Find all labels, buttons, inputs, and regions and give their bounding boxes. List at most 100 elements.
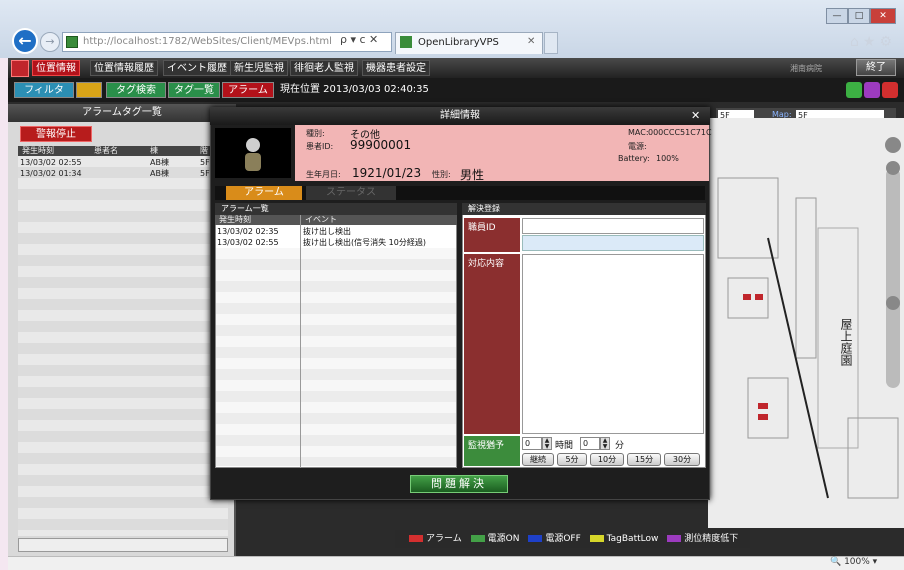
legend-accuracy-swatch [667, 535, 682, 542]
alarm-button[interactable]: アラーム [222, 82, 274, 98]
legend: アラーム 電源ON 電源OFF TagBattLow 測位精度低下 [395, 530, 750, 548]
horizontal-scrollbar[interactable] [18, 538, 228, 552]
alarm-time: 13/03/02 02:35 [217, 227, 279, 236]
dialog-close-icon[interactable]: ✕ [691, 109, 700, 122]
end-button[interactable]: 終了 [856, 59, 896, 76]
menu-item-newborn-monitor[interactable]: 新生児監視 [230, 60, 288, 76]
browser-tab[interactable]: OpenLibraryVPS [395, 32, 543, 54]
minutes-stepper[interactable]: ▲ ▼ [600, 437, 610, 450]
staff-id-input[interactable] [522, 218, 704, 234]
menu-item-location[interactable]: 位置情報 [32, 60, 80, 76]
alarm-tag-table [18, 156, 228, 536]
current-position-text: 現在位置 2013/03/03 02:40:35 [280, 84, 429, 95]
patient-photo [215, 128, 291, 178]
menu-item-event-history[interactable]: イベント履歴 [163, 60, 231, 76]
battery-value: 100% [656, 154, 679, 163]
tab-favicon-icon [400, 36, 412, 48]
legend-accuracy: 測位精度低下 [684, 534, 739, 544]
minutes-input[interactable]: 0 [580, 437, 600, 450]
staff-id-label: 職員ID [464, 218, 520, 252]
menu-item-device-settings[interactable]: 機器患者設定 [362, 60, 430, 76]
preset-continue-button[interactable]: 継続 [522, 453, 554, 466]
patient-id-label: 患者ID: [306, 142, 334, 151]
legend-power-on-swatch [470, 535, 485, 542]
legend-power-off-swatch [528, 535, 543, 542]
solve-problem-button[interactable]: 問題解決 [410, 475, 508, 493]
alarm-tag-table-header: 発生時刻 患者名 棟 階 [18, 146, 228, 156]
tab-status[interactable]: ステータス [306, 186, 396, 200]
legend-alarm: アラーム [426, 534, 462, 544]
hours-input[interactable]: 0 [522, 437, 542, 450]
browser-status-bar [8, 556, 904, 570]
window-close-button[interactable]: ✕ [870, 8, 896, 24]
status-red-icon[interactable] [882, 82, 898, 98]
page-favicon-icon [66, 36, 78, 48]
dialog-title: 詳細情報 [210, 107, 710, 125]
preset-30min-button[interactable]: 30分 [664, 453, 700, 466]
filter-toggle-button[interactable] [76, 82, 102, 98]
alarm-list-header: 発生時刻 イベント [215, 215, 457, 225]
alarm-list-title: アラーム一覧 [215, 203, 457, 215]
zoom-value: 100% [844, 557, 870, 567]
legend-power-on: 電源ON [487, 534, 520, 544]
hospital-name: 湘南病院 [790, 64, 822, 73]
battery-label: Battery: [618, 154, 650, 163]
menu-item-location-history[interactable]: 位置情報履歴 [90, 60, 158, 76]
col-name: 患者名 [94, 146, 118, 155]
status-green-icon[interactable] [846, 82, 862, 98]
preset-5min-button[interactable]: 5分 [557, 453, 587, 466]
hours-label: 時間 [555, 441, 574, 451]
floor-map[interactable]: 屋上庭園 [708, 118, 904, 528]
address-controls[interactable]: ρ ▾ c ✕ [340, 33, 378, 46]
table-row[interactable]: 13/03/02 02:55 AB棟 5F [18, 157, 228, 168]
preset-10min-button[interactable]: 10分 [590, 453, 624, 466]
alarm-tag-panel-title: アラームタグ一覧 [8, 104, 236, 122]
table-row[interactable]: 13/03/02 01:34 AB棟 5F [18, 168, 228, 179]
legend-battlow-swatch [589, 535, 604, 542]
resolution-title: 解決登録 [462, 203, 706, 215]
row-building: AB棟 [150, 158, 169, 167]
back-arrow-icon[interactable]: ← [12, 28, 38, 54]
content-textarea[interactable] [522, 254, 704, 434]
new-tab-button[interactable] [544, 32, 558, 54]
filter-button[interactable]: フィルタ [14, 82, 74, 98]
tag-search-button[interactable]: タグ検索 [106, 82, 166, 98]
minutes-label: 分 [615, 441, 625, 451]
minimize-button[interactable]: — [826, 8, 848, 24]
status-purple-icon[interactable] [864, 82, 880, 98]
alarm-event: 抜け出し検出 [303, 227, 351, 236]
list-item[interactable]: 13/03/02 02:55 抜け出し検出(信号消失 10分経過) [217, 237, 426, 248]
zoom-level[interactable]: 🔍 100% ▾ [830, 557, 877, 567]
forward-arrow-icon[interactable]: → [40, 32, 60, 52]
alarm-list-grid [216, 248, 456, 466]
legend-battlow: TagBattLow [606, 534, 659, 544]
alarm-time: 13/03/02 02:55 [217, 238, 279, 247]
mac-label: MAC: [628, 128, 649, 137]
sex-value: 男性 [460, 168, 485, 182]
birth-label: 生年月日: [306, 170, 341, 179]
tab-close-icon[interactable]: ✕ [527, 36, 535, 47]
maximize-button[interactable]: □ [848, 8, 870, 24]
col-event: イベント [305, 215, 337, 224]
row-floor: 5F [200, 169, 210, 178]
tag-list-button[interactable]: タグ一覧 [168, 82, 220, 98]
preset-15min-button[interactable]: 15分 [627, 453, 661, 466]
birth-value: 1921/01/23 [352, 166, 422, 180]
browser-toolbar-icons[interactable]: ⌂★⚙ [850, 34, 896, 50]
grace-label: 監視猶予 [464, 436, 520, 466]
list-item[interactable]: 13/03/02 02:35 抜け出し検出 [217, 226, 351, 237]
content-label: 対応内容 [464, 254, 520, 434]
app-logo-icon [11, 60, 29, 77]
col-floor: 階 [200, 146, 208, 155]
garden-label: 屋上庭園 [839, 318, 853, 366]
alarm-stop-button[interactable]: 警報停止 [20, 126, 92, 142]
col-time: 発生時刻 [22, 146, 54, 155]
window-controls: — □ ✕ [826, 8, 896, 24]
tab-alarm[interactable]: アラーム [226, 186, 302, 200]
legend-power-off: 電源OFF [545, 534, 581, 544]
alarm-event: 抜け出し検出(信号消失 10分経過) [303, 238, 426, 247]
menu-item-wandering-monitor[interactable]: 徘徊老人監視 [290, 60, 358, 76]
staff-name-field[interactable] [522, 235, 704, 251]
hours-stepper[interactable]: ▲ ▼ [542, 437, 552, 450]
row-floor: 5F [200, 158, 210, 167]
